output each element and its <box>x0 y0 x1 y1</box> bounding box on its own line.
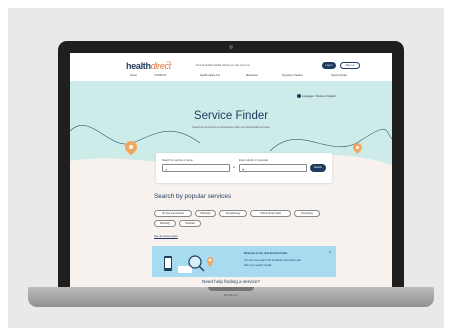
nav-item-home[interactable]: Home <box>130 74 137 77</box>
healthdirect-logo[interactable]: healthdirect <box>126 61 171 71</box>
page-title: Service Finder <box>193 110 269 122</box>
site-header: healthdirect ••• Free Australian health … <box>70 53 392 81</box>
chip-pharmacy[interactable]: Pharmacy <box>195 210 216 217</box>
help-heading: Need help finding a service? <box>202 279 260 284</box>
signup-button[interactable]: Sign up <box>340 62 360 69</box>
promo-text-line-2: filter your search results <box>244 264 272 267</box>
location-input[interactable]: ⌖ <box>239 164 307 172</box>
chip-gp[interactable]: GP (General practice) <box>154 210 192 217</box>
chip-physiotherapy[interactable]: Physiotherapy <box>219 210 247 217</box>
in-label: in <box>233 165 236 169</box>
see-all-services-link[interactable]: See all service types <box>154 235 178 238</box>
close-icon[interactable]: × <box>329 249 331 254</box>
webcam-icon <box>229 45 233 49</box>
nav-item-covid[interactable]: COVID-19 <box>154 74 166 77</box>
location-pin-dot <box>129 145 133 149</box>
search-button[interactable]: Search <box>310 164 326 172</box>
chip-pathology[interactable]: Pathology <box>154 220 176 227</box>
search-card: Search by service or name ⌕ in Enter sub… <box>156 153 332 183</box>
login-button[interactable]: Log in <box>322 62 336 69</box>
search-icon: ⌕ <box>165 166 168 172</box>
location-icon: ⌖ <box>242 166 245 172</box>
chip-psychology[interactable]: Psychology <box>294 210 320 217</box>
promo-banner: Welcome to the new Service Finder You ca… <box>152 246 336 277</box>
logo-dots-icon: ••• <box>167 59 172 64</box>
chip-child-family-health[interactable]: Child & family health <box>250 210 291 217</box>
service-search-input[interactable]: ⌕ <box>162 164 230 172</box>
laptop-screen: healthdirect ••• Free Australian health … <box>70 53 392 291</box>
nav-item-medicines[interactable]: Medicines <box>246 74 258 77</box>
laptop-notch <box>208 287 254 291</box>
location-field-label: Enter suburb or postcode <box>239 159 269 162</box>
popular-services-heading: Search by popular services <box>154 193 232 200</box>
phone-illustration-icon <box>164 255 213 273</box>
nav-item-symptom-checker[interactable]: Symptom checker <box>282 74 303 77</box>
promo-title: Welcome to the new Service Finder <box>244 252 288 255</box>
nav-item-health-topics[interactable]: Health topics A-Z <box>200 74 220 77</box>
language-link[interactable]: Language: Choose in English <box>302 95 336 98</box>
promo-text-line-1: You can now search for hundreds of servi… <box>244 259 301 262</box>
globe-icon <box>297 94 301 98</box>
service-field-label: Search by service or name <box>162 159 193 162</box>
main-nav: Home COVID-19 Health topics A-Z Medicine… <box>130 74 370 79</box>
location-pin-dot <box>356 146 359 149</box>
laptop-brand-label: MacBook <box>223 293 239 297</box>
chip-hospitals[interactable]: Hospitals <box>179 220 201 227</box>
nav-item-service-finder[interactable]: Service finder <box>331 74 347 77</box>
background-panel: healthdirect ••• Free Australian health … <box>8 8 444 328</box>
page-subtitle: Search for and book an appointment with … <box>192 126 270 129</box>
laptop-base: MacBook <box>28 287 434 307</box>
tagline: Free Australian health advice you can co… <box>196 64 250 67</box>
